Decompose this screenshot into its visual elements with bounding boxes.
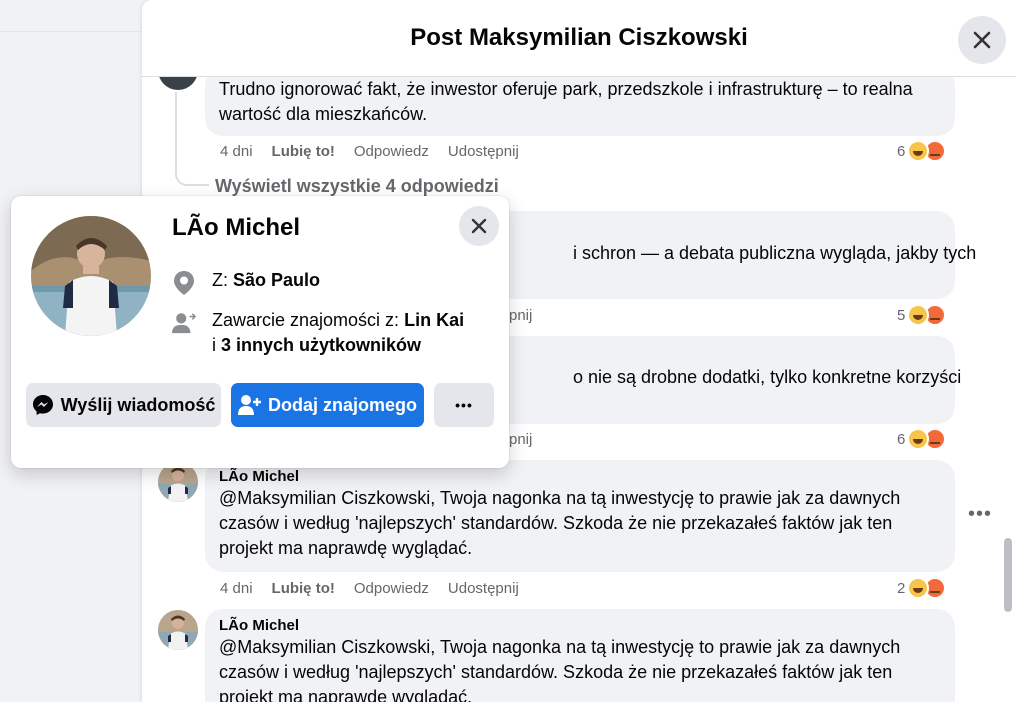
avatar[interactable] — [158, 462, 198, 502]
modal-header: Post Maksymilian Ciszkowski — [142, 0, 1016, 77]
mutual-friend-name[interactable]: Lin Kai — [404, 310, 464, 330]
divider — [0, 31, 142, 32]
modal-title: Post Maksymilian Ciszkowski — [410, 24, 748, 51]
comment-author[interactable]: LÃo Michel — [219, 468, 941, 486]
reaction-count: 6 — [897, 142, 906, 160]
reply-link[interactable]: Odpowiedz — [354, 580, 429, 597]
comment-text: Trudno ignorować fakt, że inwestor oferu… — [219, 79, 913, 124]
close-card-button[interactable] — [459, 206, 499, 246]
location-value[interactable]: São Paulo — [233, 270, 320, 290]
comment-time[interactable]: 4 dni — [220, 143, 253, 160]
messenger-icon — [32, 395, 53, 415]
reactions-summary[interactable]: 6 — [897, 428, 947, 450]
view-more-replies-link[interactable]: Wyświetl wszystkie 4 odpowiedzi — [215, 176, 499, 197]
friends-icon — [172, 308, 196, 358]
location-row: Z: São Paulo — [172, 268, 320, 296]
comment-author[interactable]: LÃo Michel — [219, 617, 941, 635]
more-options-button[interactable]: ••• — [434, 383, 494, 427]
friends-prefix: Zawarcie znajomości z: — [212, 310, 400, 330]
reaction-count: 2 — [897, 579, 906, 597]
reactions-summary[interactable]: 6 — [897, 140, 947, 162]
comment-bubble: Trudno ignorować fakt, że inwestor oferu… — [205, 68, 955, 136]
share-link[interactable]: Udostępnij — [448, 143, 519, 160]
location-pin-icon — [172, 268, 196, 296]
scrollbar[interactable] — [1004, 538, 1012, 612]
comment-text: o nie są drobne dodatki, tylko konkretne… — [573, 367, 962, 387]
close-icon — [471, 218, 487, 234]
add-friend-label: Dodaj znajomego — [267, 394, 417, 415]
haha-icon — [907, 428, 930, 450]
comment-actions: pnij — [509, 431, 532, 448]
more-icon: ••• — [455, 397, 473, 413]
profile-name[interactable]: LÃo Michel — [172, 214, 300, 242]
send-message-button[interactable]: Wyślij wiadomość — [26, 383, 221, 427]
add-friend-button[interactable]: Dodaj znajomego — [231, 383, 424, 427]
share-link[interactable]: pnij — [509, 431, 532, 448]
mutual-friends-row: Zawarcie znajomości z: Lin Kai i 3 innyc… — [172, 308, 464, 358]
comment-actions: 4 dni Lubię to! Odpowiedz Udostępnij — [220, 580, 519, 597]
send-message-label: Wyślij wiadomość — [60, 394, 216, 415]
comment-actions: pnij — [509, 307, 532, 324]
like-link[interactable]: Lubię to! — [272, 143, 335, 160]
mutual-friends-others[interactable]: 3 innych użytkowników — [221, 335, 421, 355]
comment-bubble: LÃo Michel @Maksymilian Ciszkowski, Twoj… — [205, 460, 955, 572]
profile-avatar[interactable] — [31, 216, 151, 336]
user-photo — [158, 610, 198, 650]
like-link[interactable]: Lubię to! — [272, 580, 335, 597]
profile-photo — [31, 216, 151, 336]
comment-bubble: LÃo Michel @Maksymilian Ciszkowski, Twoj… — [205, 609, 955, 702]
reply-link[interactable]: Odpowiedz — [354, 143, 429, 160]
user-photo — [158, 462, 198, 502]
comment-text: @Maksymilian Ciszkowski, Twoja nagonka n… — [219, 637, 901, 702]
close-icon — [973, 31, 991, 49]
friends-and: i — [212, 335, 216, 355]
reaction-count: 5 — [897, 306, 906, 324]
comment-text: @Maksymilian Ciszkowski, Twoja nagonka n… — [219, 488, 901, 558]
close-modal-button[interactable] — [958, 16, 1006, 64]
reaction-count: 6 — [897, 430, 906, 448]
haha-icon — [907, 577, 930, 599]
haha-icon — [907, 140, 930, 162]
add-friend-icon — [237, 395, 261, 415]
profile-hover-card: LÃo Michel Z: São Paulo Zawarcie znajomo… — [11, 196, 509, 468]
share-link[interactable]: pnij — [509, 307, 532, 324]
avatar[interactable] — [158, 610, 198, 650]
reactions-summary[interactable]: 5 — [897, 304, 947, 326]
comment-text: i schron — a debata publiczna wygląda, j… — [573, 243, 977, 263]
comment-time[interactable]: 4 dni — [220, 580, 253, 597]
comment-actions: 4 dni Lubię to! Odpowiedz Udostępnij — [220, 143, 519, 160]
location-prefix: Z: — [212, 270, 228, 290]
haha-icon — [907, 304, 930, 326]
reactions-summary[interactable]: 2 — [897, 577, 947, 599]
share-link[interactable]: Udostępnij — [448, 580, 519, 597]
thread-line — [175, 150, 209, 186]
comment-options-icon[interactable]: ••• — [968, 503, 992, 526]
